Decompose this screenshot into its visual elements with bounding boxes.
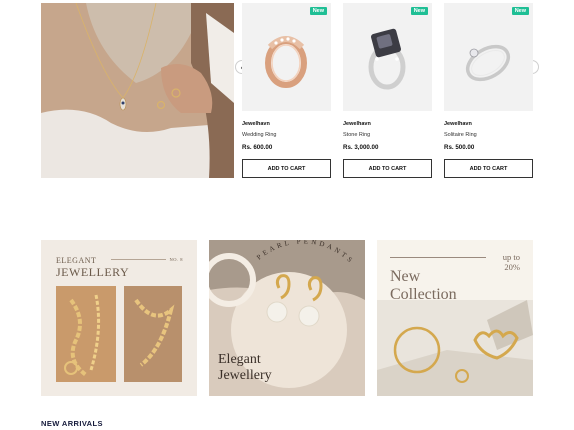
new-collection-banner[interactable]: up to 20% New Collection bbox=[377, 240, 533, 396]
elegant-jewellery-banner[interactable]: ELEGANT NO. 8 JEWELLERY bbox=[41, 240, 197, 396]
headline-line-1: New bbox=[390, 268, 421, 285]
product-image[interactable]: New bbox=[444, 3, 533, 111]
product-name[interactable]: Solitaire Ring bbox=[444, 132, 533, 138]
hero-model-photo bbox=[41, 3, 234, 178]
new-badge: New bbox=[410, 7, 428, 15]
product-card[interactable]: New Jewelhavn Solitaire Ring Rs. 500.00 … bbox=[444, 3, 533, 178]
rose-gold-ring-image bbox=[265, 36, 307, 88]
product-image[interactable]: New bbox=[343, 3, 432, 111]
add-to-cart-button[interactable]: ADD TO CART bbox=[242, 159, 331, 178]
product-card[interactable]: New Jewelhavn Wedding Ring Rs. 600.00 AD… bbox=[242, 3, 331, 178]
product-name[interactable]: Stone Ring bbox=[343, 132, 432, 138]
new-badge: New bbox=[309, 7, 327, 15]
banner-headline: New Collection bbox=[390, 268, 457, 304]
add-to-cart-button[interactable]: ADD TO CART bbox=[343, 159, 432, 178]
headline-line-2: Collection bbox=[390, 286, 457, 303]
divider bbox=[390, 257, 486, 258]
headline-line-2: Jewellery bbox=[218, 368, 272, 383]
product-brand: Jewelhavn bbox=[242, 121, 270, 127]
product-card[interactable]: New Jewelhavn Stone Ring Rs. 3,000.00 AD… bbox=[343, 3, 432, 178]
stone-ring-image bbox=[368, 28, 406, 90]
product-brand: Jewelhavn bbox=[444, 121, 472, 127]
new-badge: New bbox=[511, 7, 529, 15]
product-brand: Jewelhavn bbox=[343, 121, 371, 127]
pearl-pendants-banner[interactable]: PEARL PENDANTS Elegant Jewellery bbox=[209, 240, 365, 396]
product-image[interactable]: New bbox=[242, 3, 331, 111]
offer-text: up to 20% bbox=[503, 252, 520, 272]
model-illustration bbox=[41, 3, 234, 178]
add-to-cart-button[interactable]: ADD TO CART bbox=[444, 159, 533, 178]
headline-line-1: Elegant bbox=[218, 352, 261, 367]
product-price: Rs. 3,000.00 bbox=[343, 144, 379, 151]
banner-headline: Elegant Jewellery bbox=[218, 352, 272, 384]
new-arrivals-heading: NEW ARRIVALS bbox=[41, 419, 103, 428]
solitaire-ring-image bbox=[465, 44, 511, 82]
offer-line-1: up to bbox=[502, 252, 520, 262]
product-price: Rs. 600.00 bbox=[242, 144, 273, 151]
product-price: Rs. 500.00 bbox=[444, 144, 475, 151]
gold-chains-photos bbox=[56, 286, 182, 382]
offer-line-2: 20% bbox=[504, 262, 520, 272]
product-name[interactable]: Wedding Ring bbox=[242, 132, 331, 138]
